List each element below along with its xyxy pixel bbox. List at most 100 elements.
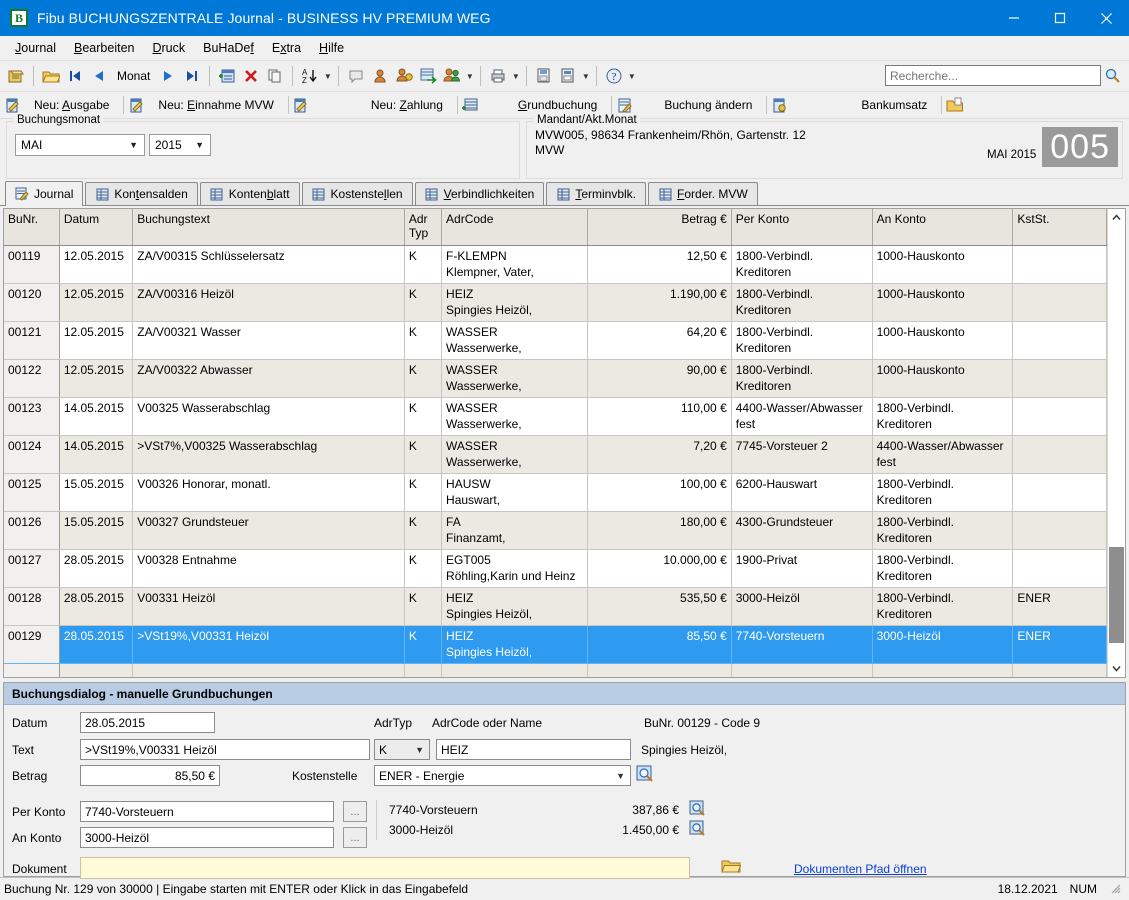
toolbar2-label-einnahme[interactable]: Neu: Einnahme MVW (148, 98, 287, 112)
next-record-icon[interactable] (156, 64, 180, 88)
menu-buhadef[interactable]: BuHaDef (194, 38, 263, 58)
menu-extra[interactable]: Extra (263, 38, 310, 58)
col-kstst[interactable]: KstSt. (1013, 209, 1107, 245)
cell-buchungstext[interactable]: V00327 Grundsteuer (133, 511, 405, 549)
col-buchungstext[interactable]: Buchungstext (133, 209, 405, 245)
table-row[interactable]: 0012212.05.2015ZA/V00322 AbwasserKWASSER… (4, 359, 1107, 397)
people-dropdown-arrow[interactable]: ▼ (464, 64, 475, 88)
table-vertical-scrollbar[interactable] (1107, 209, 1125, 677)
scroll-up-icon[interactable] (1108, 209, 1125, 226)
cell-datum[interactable]: 14.05.2015 (59, 397, 132, 435)
cell-buchungstext[interactable]: >VSt7%,V00325 Wasserabschlag (133, 435, 405, 473)
cell-adrcode[interactable]: HEIZSpingies Heizöl, (442, 625, 588, 663)
resize-grip-icon[interactable] (1109, 882, 1123, 896)
sort-az-icon[interactable]: AZ (298, 64, 322, 88)
balance-lookup-icon[interactable] (679, 800, 706, 820)
cell-datum[interactable]: 28.05.2015 (59, 549, 132, 587)
cell-kstst[interactable]: ENER (1013, 625, 1107, 663)
col-ankonto[interactable]: An Konto (872, 209, 1013, 245)
cell-adrtyp[interactable]: K (404, 473, 441, 511)
cell-bunr[interactable]: 00122 (4, 359, 59, 397)
toolbar2-label-ausgabe[interactable]: Neu: Ausgabe (24, 98, 123, 112)
help-dropdown-arrow[interactable]: ▼ (626, 64, 637, 88)
cell-datum[interactable]: 28.05.2015 (59, 587, 132, 625)
cell-adrtyp[interactable]: K (404, 359, 441, 397)
document-folder-icon[interactable] (942, 97, 966, 114)
print-dropdown-arrow[interactable]: ▼ (510, 64, 521, 88)
scrollbar-thumb[interactable] (1109, 547, 1124, 642)
booking-year-select[interactable]: 2015 ▼ (149, 134, 211, 156)
cell-perkonto[interactable]: 4400-Wasser/Abwasserfest (731, 397, 872, 435)
toolbar2-label-bankumsatz[interactable]: Bankumsatz (791, 98, 941, 112)
cell-empty[interactable] (59, 663, 132, 678)
table-row[interactable]: 0012012.05.2015ZA/V00316 HeizölKHEIZSpin… (4, 283, 1107, 321)
ledger-icon[interactable] (458, 97, 482, 114)
person-money-icon[interactable] (392, 64, 416, 88)
cell-bunr[interactable]: 00120 (4, 283, 59, 321)
dokument-field[interactable] (80, 857, 690, 879)
col-bunr[interactable]: BuNr. (4, 209, 59, 245)
tab-kostenstellen[interactable]: Kostenstellen (302, 182, 413, 205)
dokumenten-pfad-link[interactable]: Dokumenten Pfad öffnen (794, 862, 927, 876)
cell-ankonto[interactable]: 1800-Verbindl.Kreditoren (872, 473, 1013, 511)
cell-bunr[interactable]: 00129 (4, 625, 59, 663)
cell-adrcode[interactable]: FAFinanzamt, (442, 511, 588, 549)
cell-perkonto[interactable]: 6200-Hauswart (731, 473, 872, 511)
cell-perkonto[interactable]: 7745-Vorsteuer 2 (731, 435, 872, 473)
open-folder-icon[interactable] (39, 64, 63, 88)
cell-kstst[interactable] (1013, 245, 1107, 283)
booking-month-select[interactable]: MAI ▼ (15, 134, 145, 156)
cell-ankonto[interactable]: 1000-Hauskonto (872, 245, 1013, 283)
cell-datum[interactable]: 12.05.2015 (59, 359, 132, 397)
cell-bunr[interactable]: 00128 (4, 587, 59, 625)
cell-datum[interactable]: 15.05.2015 (59, 473, 132, 511)
cell-buchungstext[interactable]: V00331 Heizöl (133, 587, 405, 625)
cell-perkonto[interactable]: 1800-Verbindl.Kreditoren (731, 245, 872, 283)
cell-betrag[interactable]: 535,50 € (587, 587, 731, 625)
betrag-field[interactable] (80, 765, 220, 786)
tab-kontensalden[interactable]: Kontensalden (85, 182, 197, 205)
tab-forder-mvw[interactable]: Forder. MVW (648, 182, 758, 205)
datum-field[interactable] (80, 712, 215, 733)
kostenstelle-lookup-icon[interactable] (636, 765, 654, 786)
cell-ankonto[interactable]: 1000-Hauskonto (872, 359, 1013, 397)
note-icon[interactable] (344, 64, 368, 88)
cell-empty[interactable] (1013, 663, 1107, 678)
sort-dropdown-arrow[interactable]: ▼ (322, 64, 333, 88)
edit-booking-icon[interactable] (612, 97, 636, 114)
new-entry-icon[interactable] (215, 64, 239, 88)
new-expense-icon[interactable] (0, 97, 24, 114)
balance-lookup-icon[interactable] (679, 820, 706, 840)
cell-adrcode[interactable]: WASSERWasserwerke, (442, 359, 588, 397)
cell-perkonto[interactable]: 1800-Verbindl.Kreditoren (731, 359, 872, 397)
help-icon[interactable]: ? (602, 64, 626, 88)
cell-datum[interactable]: 15.05.2015 (59, 511, 132, 549)
cell-empty[interactable] (587, 663, 731, 678)
cell-bunr[interactable]: 00126 (4, 511, 59, 549)
cell-empty[interactable] (872, 663, 1013, 678)
transfer-icon[interactable] (416, 64, 440, 88)
new-payment-icon[interactable] (289, 97, 313, 114)
cell-empty[interactable] (404, 663, 441, 678)
scrollbar-track[interactable] (1108, 226, 1125, 660)
table-row[interactable]: 0012828.05.2015V00331 HeizölKHEIZSpingie… (4, 587, 1107, 625)
table-row-empty[interactable] (4, 663, 1107, 678)
cell-bunr[interactable]: 00119 (4, 245, 59, 283)
cell-adrcode[interactable]: HEIZSpingies Heizöl, (442, 283, 588, 321)
cell-buchungstext[interactable]: V00325 Wasserabschlag (133, 397, 405, 435)
cell-ankonto[interactable]: 1800-Verbindl.Kreditoren (872, 587, 1013, 625)
save-doc-icon[interactable] (532, 64, 556, 88)
cell-adrtyp[interactable]: K (404, 397, 441, 435)
cell-adrcode[interactable]: F-KLEMPNKlempner, Vater, (442, 245, 588, 283)
people-icon[interactable] (440, 64, 464, 88)
cell-ankonto[interactable]: 1000-Hauskonto (872, 283, 1013, 321)
new-income-icon[interactable] (124, 97, 148, 114)
cell-buchungstext[interactable]: ZA/V00316 Heizöl (133, 283, 405, 321)
cell-adrcode[interactable]: EGT005Röhling,Karin und Heinz (442, 549, 588, 587)
cell-betrag[interactable]: 12,50 € (587, 245, 731, 283)
export-icon[interactable] (556, 64, 580, 88)
cell-ankonto[interactable]: 3000-Heizöl (872, 625, 1013, 663)
cell-perkonto[interactable]: 3000-Heizöl (731, 587, 872, 625)
table-row[interactable]: 0012728.05.2015V00328 EntnahmeKEGT005Röh… (4, 549, 1107, 587)
toolbar2-label-grundbuchung[interactable]: Grundbuchung (482, 98, 611, 112)
